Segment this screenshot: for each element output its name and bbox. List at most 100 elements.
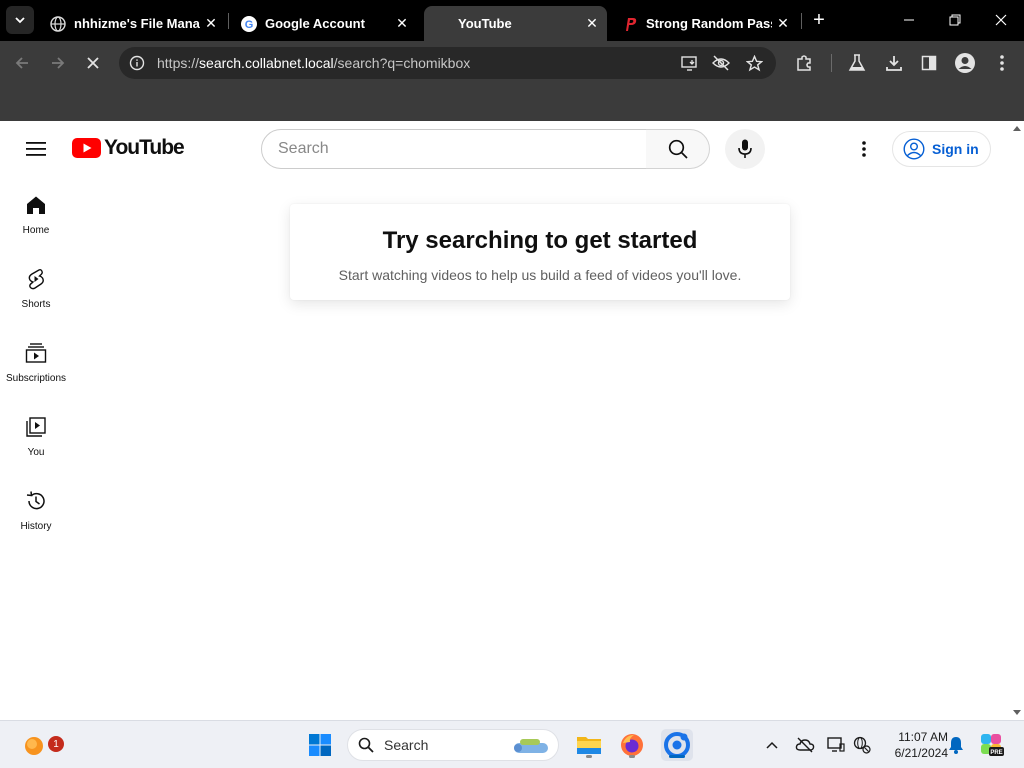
guide-item-you[interactable]: You <box>0 407 72 473</box>
system-clock[interactable]: 11:07 AM 6/21/2024 <box>878 729 948 761</box>
settings-more-button[interactable] <box>852 135 876 163</box>
youtube-search-box[interactable] <box>261 129 647 169</box>
restore-button[interactable] <box>932 6 978 34</box>
profile-icon[interactable] <box>952 50 978 76</box>
tab-divider <box>228 13 229 29</box>
browser-toolbar: https://search.collabnet.local/search?q=… <box>0 41 1024 85</box>
youtube-search-button[interactable] <box>646 129 710 169</box>
guide-item-label: Subscriptions <box>5 373 67 384</box>
url-scheme: https:// <box>157 55 200 71</box>
prompt-title: Try searching to get started <box>382 227 698 254</box>
tab-title: Strong Random Passw <box>646 16 772 31</box>
download-icon[interactable] <box>881 50 907 76</box>
voice-search-button[interactable] <box>725 129 765 169</box>
vertical-dots-icon <box>862 141 866 157</box>
site-info-icon[interactable] <box>127 53 147 73</box>
network-globe-icon[interactable] <box>852 735 872 755</box>
taskbar-search-box[interactable]: Search <box>347 729 559 761</box>
forward-button[interactable] <box>45 50 71 76</box>
guide-item-subscriptions[interactable]: Subscriptions <box>0 333 72 399</box>
guide-item-shorts[interactable]: Shorts <box>0 259 72 325</box>
empty-feed-prompt: Try searching to get started Start watch… <box>290 204 790 300</box>
extensions-puzzle-icon[interactable] <box>791 50 817 76</box>
svg-text:PRE: PRE <box>990 750 1002 756</box>
hamburger-menu-icon <box>26 142 46 156</box>
minimize-button[interactable] <box>886 6 932 34</box>
search-icon <box>668 139 688 159</box>
notification-bell-icon[interactable] <box>946 735 966 755</box>
tab-search-button[interactable] <box>6 6 34 34</box>
prompt-subtitle: Start watching videos to help us build a… <box>338 267 742 283</box>
back-button[interactable] <box>9 50 35 76</box>
arrow-right-icon <box>52 57 65 69</box>
tab-password-generator[interactable]: Strong Random Passw ✕ <box>612 6 798 41</box>
url-path: /search?q=chomikbox <box>333 55 471 71</box>
sign-in-button[interactable]: Sign in <box>892 131 991 167</box>
tab-title: Google Account <box>265 16 365 31</box>
weather-widget[interactable]: 1 <box>18 729 64 761</box>
close-tab-icon[interactable]: ✕ <box>391 13 413 35</box>
stop-loading-button[interactable] <box>80 50 106 76</box>
taskbar-firefox[interactable] <box>616 729 648 761</box>
you-icon <box>24 415 48 439</box>
history-icon <box>24 489 48 513</box>
taskbar-chrome-dev[interactable] <box>661 729 693 761</box>
eye-off-icon[interactable] <box>710 53 732 73</box>
show-hidden-icons-button[interactable] <box>762 735 782 755</box>
browser-tab-strip: nhhizme's File Manag ✕ G Google Account … <box>0 0 1024 41</box>
onedrive-offline-icon[interactable] <box>795 735 815 755</box>
guide-item-history[interactable]: History <box>0 481 72 547</box>
youtube-search-input[interactable] <box>278 138 628 160</box>
password-p-icon <box>622 16 638 32</box>
shorts-icon <box>24 267 48 291</box>
close-tab-icon[interactable]: ✕ <box>772 13 794 35</box>
url-text[interactable]: https://search.collabnet.local/search?q=… <box>157 55 470 71</box>
close-tab-icon[interactable]: ✕ <box>581 13 603 35</box>
address-bar[interactable]: https://search.collabnet.local/search?q=… <box>119 47 776 79</box>
minimize-icon <box>904 19 914 21</box>
tab-divider <box>801 13 802 29</box>
subscriptions-icon <box>24 341 48 365</box>
start-button[interactable] <box>304 729 336 761</box>
install-app-icon[interactable] <box>679 53 701 73</box>
running-indicator <box>669 755 685 758</box>
search-icon <box>358 737 374 753</box>
home-icon <box>24 193 48 217</box>
notification-count-badge: 1 <box>48 736 64 752</box>
tab-title: nhhizme's File Manag <box>74 16 200 31</box>
taskbar-file-explorer[interactable] <box>573 729 605 761</box>
restore-icon <box>949 14 961 26</box>
close-icon <box>995 14 1007 26</box>
youtube-logo[interactable]: YouTube <box>72 136 185 160</box>
side-panel-icon[interactable] <box>916 50 942 76</box>
tab-youtube[interactable]: YouTube ✕ <box>424 6 607 41</box>
tab-file-manager[interactable]: nhhizme's File Manag ✕ <box>40 6 226 41</box>
guide-menu-button[interactable] <box>20 133 52 165</box>
clock-date: 6/21/2024 <box>894 746 948 760</box>
globe-icon <box>50 15 66 32</box>
windows-logo-icon <box>309 734 331 756</box>
bookmark-star-icon[interactable] <box>743 53 765 73</box>
close-window-button[interactable] <box>978 6 1024 34</box>
new-tab-button[interactable]: + <box>808 8 830 32</box>
guide-item-label: You <box>27 447 45 458</box>
labs-flask-icon[interactable] <box>844 50 870 76</box>
close-tab-icon[interactable]: ✕ <box>200 13 222 35</box>
svg-text:G: G <box>245 19 254 31</box>
browser-menu-icon[interactable] <box>989 50 1015 76</box>
bookmarks-bar <box>0 85 1024 121</box>
tab-google-account[interactable]: G Google Account ✕ <box>231 6 417 41</box>
scrollbar-down-arrow[interactable] <box>1013 710 1021 715</box>
tab-title: YouTube <box>458 16 512 31</box>
copilot-pre-icon[interactable]: PRE <box>980 733 1004 757</box>
guide-item-home[interactable]: Home <box>0 185 72 251</box>
scrollbar-up-arrow[interactable] <box>1013 126 1021 131</box>
search-highlight-illustration-icon <box>514 739 548 753</box>
sign-in-label: Sign in <box>932 141 979 157</box>
chevron-down-icon <box>15 17 25 24</box>
google-g-icon: G <box>241 15 257 32</box>
running-indicator <box>629 755 635 758</box>
account-circle-icon <box>903 138 925 160</box>
guide-item-label: History <box>20 521 52 532</box>
display-project-icon[interactable] <box>826 735 846 755</box>
